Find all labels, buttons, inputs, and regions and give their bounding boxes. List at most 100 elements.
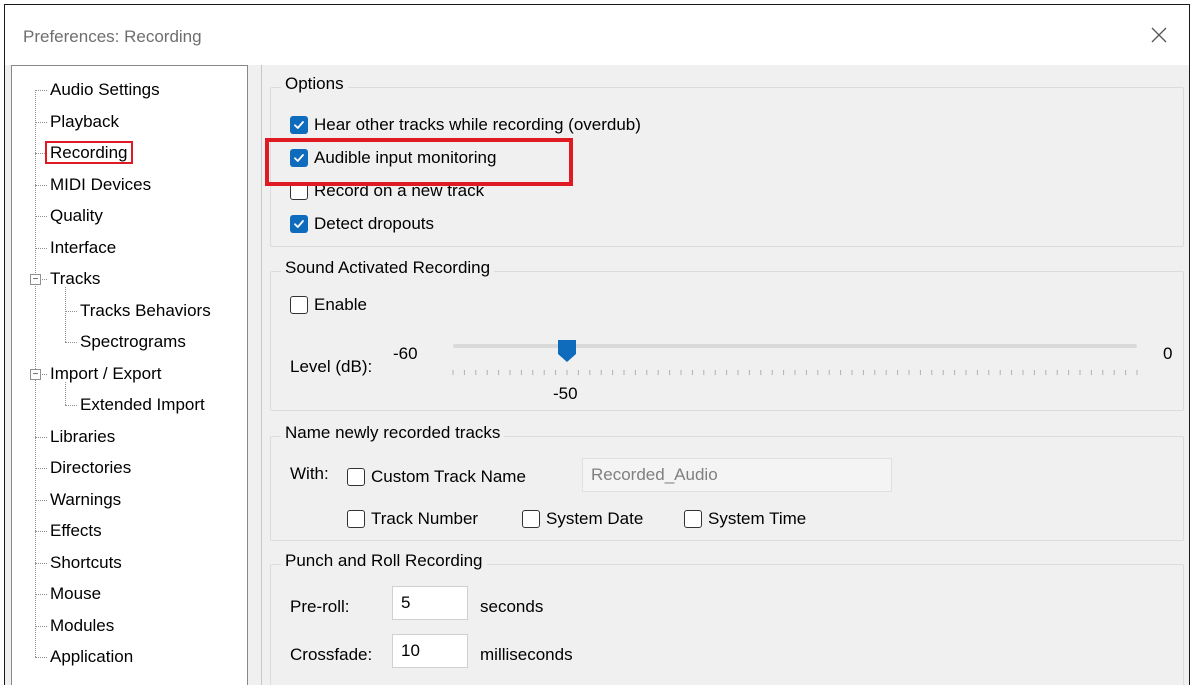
level-slider-track	[452, 338, 1138, 375]
custom-name-checkbox[interactable]	[347, 468, 365, 486]
window-title: Preferences: Recording	[23, 27, 202, 46]
track-number-option[interactable]: Track Number	[347, 509, 478, 529]
tree-item-application[interactable]: Application	[47, 643, 136, 671]
crossfade-unit: milliseconds	[480, 645, 573, 664]
sound-activated-title: Sound Activated Recording	[281, 258, 495, 278]
tree-connector	[35, 121, 47, 123]
crossfade-label: Crossfade:	[290, 645, 373, 664]
tree-item-label: Effects	[50, 521, 102, 540]
level-value-label: -50	[553, 384, 578, 403]
custom-name-label: Custom Track Name	[371, 467, 526, 486]
system-time-label: System Time	[708, 509, 807, 528]
tree-connector	[35, 531, 47, 532]
collapse-icon[interactable]: −	[30, 274, 41, 285]
level-slider[interactable]	[445, 338, 1145, 384]
naming-group-title: Name newly recorded tracks	[281, 423, 505, 443]
tree-item-libraries[interactable]: Libraries	[47, 423, 118, 451]
tree-connector	[35, 247, 47, 249]
tree-connector	[35, 184, 47, 186]
system-time-option[interactable]: System Time	[684, 509, 806, 529]
custom-name-option[interactable]: Custom Track Name	[347, 467, 526, 487]
tree-item-label: Audio Settings	[50, 80, 160, 99]
tree-item-modules[interactable]: Modules	[47, 612, 117, 640]
sound-activated-group: Sound Activated Recording Enable Level (…	[270, 258, 1184, 411]
with-label: With:	[290, 464, 329, 483]
tree-item-label: Libraries	[50, 426, 116, 446]
tree-item-label: Recording	[45, 141, 133, 164]
track-number-label: Track Number	[371, 509, 479, 528]
recording-settings-panel: Options Hear other tracks while recordin…	[261, 65, 1189, 685]
tree-item-label: Interface	[50, 237, 117, 257]
tree-item-import-export[interactable]: Import / Export	[47, 360, 164, 388]
level-min-label: -60	[393, 344, 418, 363]
tree-connector	[65, 287, 66, 342]
enable-label: Enable	[314, 295, 367, 314]
tree-item-label: Application	[50, 647, 134, 666]
enable-option[interactable]: Enable	[290, 295, 367, 315]
tree-connector	[35, 594, 47, 595]
tree-item-mouse[interactable]: Mouse	[47, 580, 104, 608]
preferences-dialog: Preferences: Recording Audio Settings Pla…	[4, 4, 1190, 685]
system-date-label: System Date	[546, 509, 644, 528]
tree-item-label: MIDI Devices	[50, 174, 152, 194]
options-group-title: Options	[281, 74, 348, 94]
enable-checkbox[interactable]	[290, 296, 308, 314]
system-time-checkbox[interactable]	[684, 510, 702, 528]
tree-connector	[35, 562, 47, 564]
preroll-input[interactable]: 5	[392, 586, 468, 620]
tree-item-label: Tracks Behaviors	[80, 300, 211, 320]
tree-item-label: Warnings	[50, 489, 122, 509]
tree-item-spectrograms[interactable]: Spectrograms	[77, 328, 189, 356]
custom-name-input[interactable]: Recorded_Audio	[582, 458, 892, 492]
tree-connector	[35, 153, 47, 154]
tree-connector	[35, 90, 47, 91]
punch-roll-group: Punch and Roll Recording Pre-roll: 5 sec…	[270, 551, 1184, 685]
detect-dropouts-checkbox[interactable]	[290, 215, 308, 233]
system-date-option[interactable]: System Date	[522, 509, 643, 529]
tree-item-label: Extended Import	[80, 395, 205, 414]
tree-item-label: Playback	[50, 111, 119, 131]
input-monitoring-highlight	[265, 138, 573, 186]
detect-dropouts-option[interactable]: Detect dropouts	[290, 214, 434, 234]
tree-item-extended-import[interactable]: Extended Import	[77, 391, 208, 419]
collapse-icon[interactable]: −	[30, 368, 41, 380]
tree-item-tracks[interactable]: Tracks	[47, 265, 103, 293]
tree-item-tracks-behaviors[interactable]: Tracks Behaviors	[77, 297, 214, 325]
preroll-label: Pre-roll:	[290, 597, 350, 616]
tree-item-midi-devices[interactable]: MIDI Devices	[47, 171, 154, 199]
tree-item-quality[interactable]: Quality	[47, 202, 106, 230]
slider-thumb	[558, 338, 576, 362]
overdub-checkbox[interactable]	[290, 116, 308, 134]
tree-item-label: Quality	[50, 206, 103, 225]
tree-item-recording[interactable]: Recording	[45, 139, 133, 167]
tree-item-effects[interactable]: Effects	[47, 517, 105, 545]
tree-item-playback[interactable]: Playback	[47, 108, 122, 136]
tree-connector	[35, 468, 47, 469]
category-tree[interactable]: Audio Settings Playback Recording MIDI Devi…	[11, 65, 248, 685]
tree-item-audio-settings[interactable]: Audio Settings	[47, 76, 163, 104]
level-label: Level (dB):	[290, 357, 373, 376]
close-button[interactable]	[1129, 5, 1189, 65]
detect-dropouts-label: Detect dropouts	[314, 214, 435, 233]
preroll-unit: seconds	[480, 597, 544, 616]
tree-item-label: Modules	[50, 615, 115, 635]
title-bar: Preferences: Recording	[5, 5, 1189, 65]
tree-connector	[65, 310, 77, 312]
tree-item-directories[interactable]: Directories	[47, 454, 134, 482]
tree-item-label: Tracks	[50, 269, 101, 288]
crossfade-input[interactable]: 10	[392, 634, 468, 668]
system-date-checkbox[interactable]	[522, 510, 540, 528]
tree-item-shortcuts[interactable]: Shortcuts	[47, 549, 125, 577]
tree-item-interface[interactable]: Interface	[47, 234, 119, 262]
slider-rail	[453, 344, 1137, 348]
close-icon	[1151, 27, 1167, 43]
tree-item-warnings[interactable]: Warnings	[47, 486, 124, 514]
tree-connector	[35, 625, 47, 627]
level-max-label: 0	[1163, 344, 1173, 363]
tree-connector	[35, 657, 47, 658]
tree-connector	[35, 436, 47, 438]
track-number-checkbox[interactable]	[347, 510, 365, 528]
tree-connector	[65, 342, 77, 343]
tree-item-label: Mouse	[50, 584, 102, 603]
overdub-option[interactable]: Hear other tracks while recording (overd…	[290, 115, 641, 135]
